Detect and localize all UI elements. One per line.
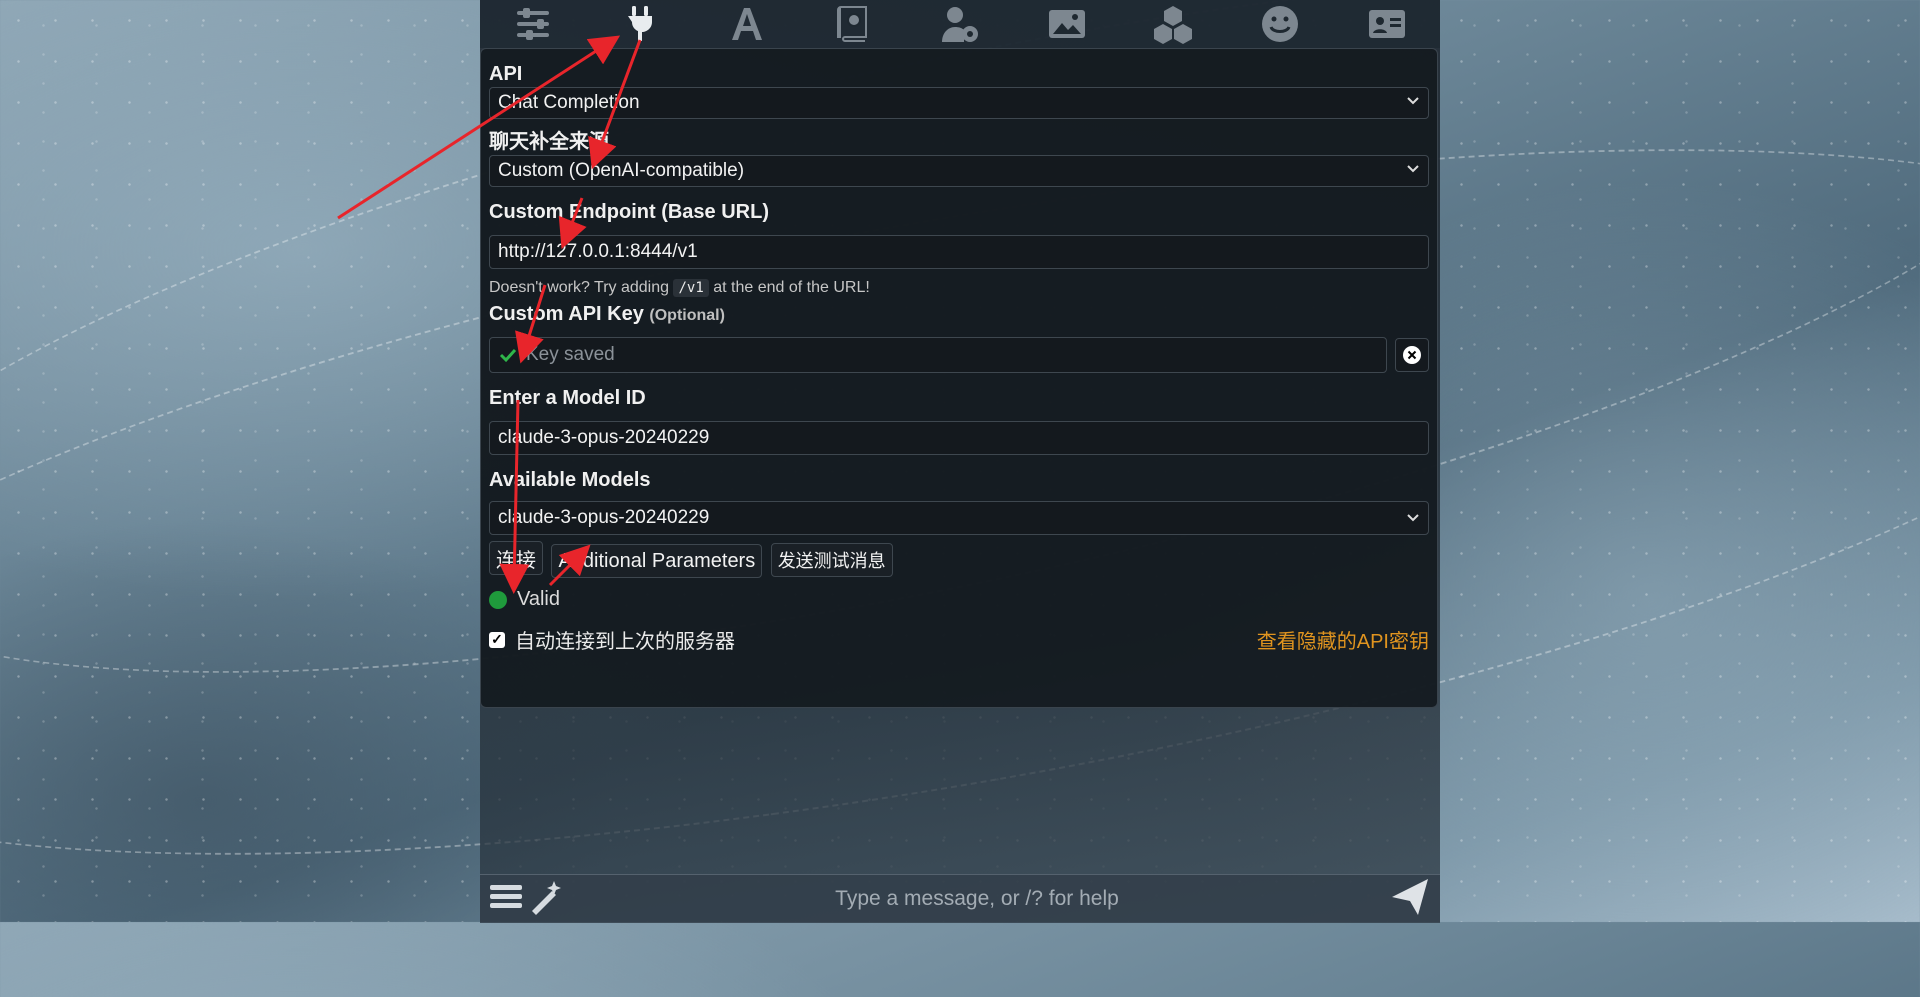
source-select[interactable]: Custom (OpenAI-compatible) — [489, 155, 1429, 187]
api-label: API — [489, 63, 523, 85]
api-connections-panel: API Chat Completion 聊天补全来源 Custom (OpenA… — [480, 48, 1438, 708]
source-select-value: Custom (OpenAI-compatible) — [498, 160, 745, 181]
chevron-down-icon — [1407, 97, 1419, 105]
model-id-value: claude-3-opus-20240229 — [498, 427, 710, 448]
close-circle-icon — [1403, 346, 1421, 364]
optional-tag: (Optional) — [649, 307, 725, 324]
status-indicator — [489, 590, 507, 609]
api-key-input[interactable]: Key saved — [489, 337, 1387, 373]
message-placeholder: Type a message, or /? for help — [835, 887, 1119, 910]
hint-suffix: at the end of the URL! — [713, 279, 870, 296]
check-icon — [499, 348, 517, 363]
api-select-value: Chat Completion — [498, 92, 640, 113]
available-models-select[interactable]: claude-3-opus-20240229 — [489, 501, 1429, 535]
font-icon[interactable] — [725, 2, 769, 46]
send-test-message-button[interactable]: 发送测试消息 — [770, 542, 893, 577]
auto-connect-checkbox[interactable]: ✓ 自动连接到上次的服务器 — [489, 625, 735, 654]
clear-key-button[interactable] — [1395, 338, 1429, 372]
source-label: 聊天补全来源 — [489, 131, 609, 153]
hint-prefix: Doesn't work? Try adding — [489, 279, 670, 296]
id-card-icon[interactable] — [1365, 2, 1409, 46]
message-input[interactable]: Type a message, or /? for help — [564, 887, 1390, 911]
hamburger-icon[interactable] — [488, 879, 524, 920]
plug-icon[interactable] — [618, 2, 662, 46]
model-id-input[interactable]: claude-3-opus-20240229 — [489, 421, 1429, 455]
chat-bar: Type a message, or /? for help — [480, 874, 1440, 923]
checkbox-checked-icon[interactable]: ✓ — [489, 631, 505, 648]
auto-connect-label: 自动连接到上次的服务器 — [515, 631, 735, 653]
connection-status: Valid — [489, 588, 1429, 611]
top-navbar — [480, 0, 1440, 48]
model-id-label: Enter a Model ID — [489, 387, 646, 409]
api-select[interactable]: Chat Completion — [489, 87, 1429, 119]
api-key-placeholder: Key saved — [526, 344, 615, 365]
endpoint-input[interactable]: http://127.0.0.1:8444/v1 — [489, 235, 1429, 269]
chevron-down-icon — [1407, 165, 1419, 173]
status-text: Valid — [517, 588, 560, 610]
sliders-icon[interactable] — [511, 2, 555, 46]
endpoint-label: Custom Endpoint (Base URL) — [489, 201, 769, 223]
magic-wand-icon[interactable] — [528, 879, 564, 920]
endpoint-hint: Doesn't work? Try adding /v1 at the end … — [489, 279, 1429, 297]
connect-button[interactable]: 连接 — [489, 541, 543, 575]
user-gear-icon[interactable] — [938, 2, 982, 46]
send-icon[interactable] — [1390, 877, 1430, 922]
chevron-down-icon — [1407, 514, 1419, 522]
cubes-icon[interactable] — [1151, 2, 1195, 46]
image-icon[interactable] — [1045, 2, 1089, 46]
book-globe-icon[interactable] — [831, 2, 875, 46]
additional-parameters-button[interactable]: Additional Parameters — [551, 544, 763, 578]
smile-icon[interactable] — [1258, 2, 1302, 46]
available-models-value: claude-3-opus-20240229 — [498, 507, 710, 528]
view-hidden-keys-link[interactable]: 查看隐藏的API密钥 — [1257, 625, 1429, 654]
api-key-label-text: Custom API Key — [489, 303, 644, 325]
hint-code: /v1 — [673, 279, 709, 297]
available-models-label: Available Models — [489, 469, 651, 491]
api-key-label: Custom API Key (Optional) — [489, 301, 1429, 329]
endpoint-value: http://127.0.0.1:8444/v1 — [498, 241, 698, 262]
